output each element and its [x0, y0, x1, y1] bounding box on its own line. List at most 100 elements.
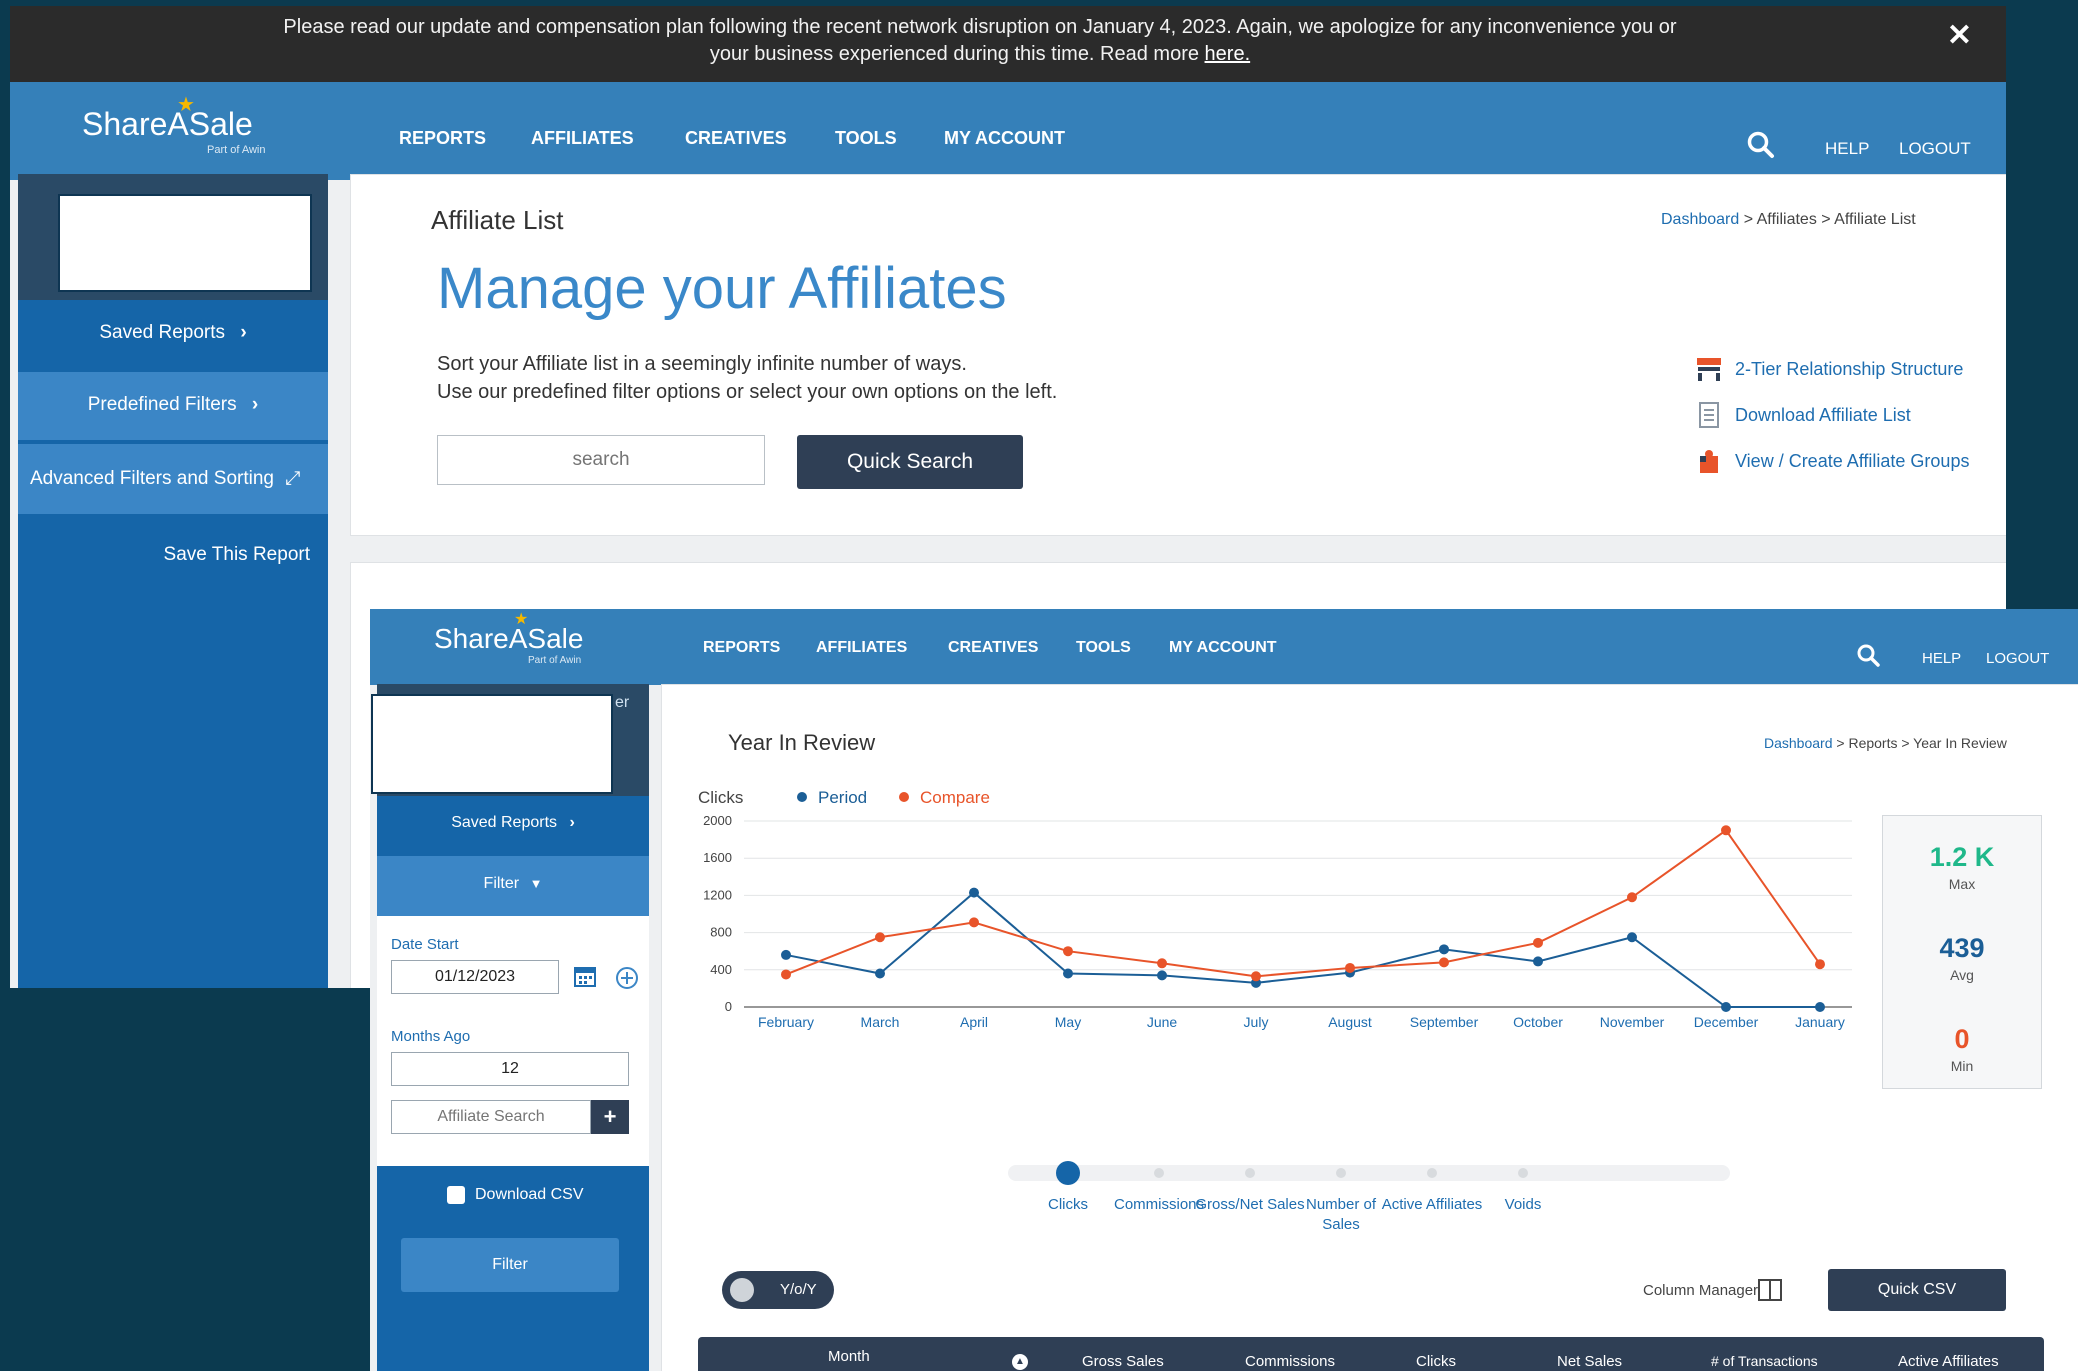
help-link[interactable]: HELP [1922, 650, 1961, 667]
search-input[interactable] [437, 435, 765, 485]
months-ago-input[interactable] [391, 1052, 629, 1086]
filter-panel: Date Start Months Ago + [377, 916, 649, 1166]
col-active-affiliates[interactable]: Active Affiliates [1898, 1353, 1999, 1370]
sort-up-icon[interactable]: ▲ [1012, 1354, 1028, 1370]
yoy-toggle[interactable]: Y/o/Y [722, 1271, 834, 1309]
main-nav-bar: ★ ShareASale Part of Awin REPORTS AFFILI… [370, 609, 2078, 685]
quick-search-button[interactable]: Quick Search [797, 435, 1023, 489]
notice-line-2: your business experienced during this ti… [709, 43, 1199, 65]
saved-reports-button[interactable]: Saved Reports › [18, 300, 328, 370]
x-tick-may: May [1055, 1014, 1081, 1030]
x-tick-december: December [1694, 1014, 1759, 1030]
notice-read-more-link[interactable]: here. [1205, 43, 1251, 65]
filter-toggle[interactable]: Filter ▼ [377, 856, 649, 916]
predefined-filters-button[interactable]: Predefined Filters › [18, 372, 328, 440]
point-period-march [875, 968, 885, 979]
point-compare-july [1251, 971, 1261, 982]
metric-selector-track [1008, 1165, 1730, 1181]
nav-creatives[interactable]: CREATIVES [948, 639, 1038, 657]
col-transactions[interactable]: # of Transactions [1711, 1353, 1818, 1369]
notice-line-1: Please read our update and compensation … [283, 16, 1677, 38]
nav-my-account[interactable]: MY ACCOUNT [944, 128, 1065, 149]
metric-dot-0[interactable] [1056, 1161, 1080, 1185]
chevron-right-icon: › [569, 814, 575, 831]
chevron-down-icon: ▼ [529, 876, 543, 891]
advanced-filters-button[interactable]: Advanced Filters and Sorting ⤢ [18, 444, 328, 514]
metric-dot-3[interactable] [1336, 1168, 1346, 1178]
download-csv-label: Download CSV [475, 1186, 584, 1203]
metric-dot-2[interactable] [1245, 1168, 1255, 1178]
nav-tools[interactable]: TOOLS [835, 128, 897, 149]
x-tick-october: October [1513, 1014, 1563, 1030]
col-net-sales[interactable]: Net Sales [1557, 1353, 1622, 1370]
logout-link[interactable]: LOGOUT [1899, 139, 1971, 159]
puzzle-icon [1700, 450, 1718, 473]
nav-my-account[interactable]: MY ACCOUNT [1169, 639, 1277, 657]
breadcrumb-trail: > Affiliates > Affiliate List [1739, 211, 1916, 228]
point-period-november [1627, 932, 1637, 943]
x-tick-january: January [1795, 1014, 1845, 1030]
yoy-label: Y/o/Y [780, 1281, 817, 1298]
point-period-december [1721, 1002, 1731, 1012]
nav-affiliates[interactable]: AFFILIATES [816, 639, 907, 657]
stat-min-label: Min [1950, 1058, 1974, 1074]
point-period-september [1439, 944, 1449, 955]
download-affiliate-list-label: Download Affiliate List [1735, 405, 1911, 425]
download-csv-checkbox[interactable] [447, 1186, 465, 1204]
logo-name: ShareASale [82, 106, 253, 142]
date-start-input[interactable] [391, 960, 559, 994]
quick-csv-button[interactable]: Quick CSV [1828, 1269, 2006, 1311]
breadcrumb-dashboard-link[interactable]: Dashboard [1764, 735, 1833, 751]
metric-dot-4[interactable] [1427, 1168, 1437, 1178]
saved-reports-button[interactable]: Saved Reports › [377, 796, 649, 854]
yoy-toggle-knob [730, 1278, 754, 1302]
close-icon[interactable]: ✕ [1947, 21, 1972, 51]
filter-button[interactable]: Filter [401, 1238, 619, 1292]
nav-creatives[interactable]: CREATIVES [685, 128, 787, 149]
help-link[interactable]: HELP [1825, 139, 1869, 159]
brand-logo[interactable]: ★ ShareASale Part of Awin [82, 82, 282, 180]
stat-max-value: 1.2 K [1929, 842, 1995, 872]
year-in-review-window: ★ ShareASale Part of Awin REPORTS AFFILI… [370, 609, 2078, 1371]
nav-reports[interactable]: REPORTS [399, 128, 486, 149]
col-clicks[interactable]: Clicks [1416, 1353, 1456, 1370]
series-line-period [785, 891, 1820, 1008]
legend-marker-compare [899, 792, 909, 802]
stat-avg-label: Avg [1950, 967, 1974, 983]
account-name-fragment: er [615, 694, 630, 711]
add-circle-icon[interactable] [613, 964, 641, 992]
column-manager-label[interactable]: Column Manager [1643, 1282, 1758, 1299]
affiliate-search-input[interactable] [391, 1100, 591, 1134]
disruption-notice-banner: Please read our update and compensation … [10, 6, 2006, 82]
point-period-january [1815, 1002, 1825, 1012]
x-tick-march: March [861, 1014, 900, 1030]
y-tick-0: 0 [725, 999, 732, 1014]
date-start-label: Date Start [391, 936, 459, 953]
point-compare-october [1533, 937, 1543, 948]
metric-dot-1[interactable] [1154, 1168, 1164, 1178]
nav-tools[interactable]: TOOLS [1076, 639, 1131, 657]
col-gross-sales[interactable]: Gross Sales [1082, 1353, 1164, 1370]
col-commissions[interactable]: Commissions [1245, 1353, 1335, 1370]
add-affiliate-button[interactable]: + [591, 1100, 629, 1134]
point-compare-may [1063, 946, 1073, 957]
logout-link[interactable]: LOGOUT [1986, 650, 2049, 667]
series-line-compare [785, 828, 1821, 978]
point-compare-january [1815, 959, 1825, 970]
columns-icon[interactable] [1758, 1279, 1782, 1301]
expand-icon: ⤢ [285, 468, 301, 489]
search-icon[interactable] [1746, 130, 1776, 160]
nav-affiliates[interactable]: AFFILIATES [531, 128, 634, 149]
chevron-right-icon: › [251, 394, 259, 415]
metric-dot-5[interactable] [1518, 1168, 1528, 1178]
breadcrumb-dashboard-link[interactable]: Dashboard [1661, 211, 1739, 228]
calendar-icon[interactable] [573, 964, 597, 988]
chart-ylabel: Clicks [698, 788, 743, 807]
affiliate-groups-label: View / Create Affiliate Groups [1735, 451, 1970, 471]
search-icon[interactable] [1856, 643, 1882, 669]
nav-reports[interactable]: REPORTS [703, 639, 780, 657]
col-month[interactable]: Month [828, 1348, 870, 1365]
brand-logo[interactable]: ★ ShareASale Part of Awin [434, 609, 604, 685]
metric-tab-voids[interactable]: Voids [1463, 1195, 1583, 1215]
save-report-link[interactable]: Save This Report [18, 544, 310, 566]
